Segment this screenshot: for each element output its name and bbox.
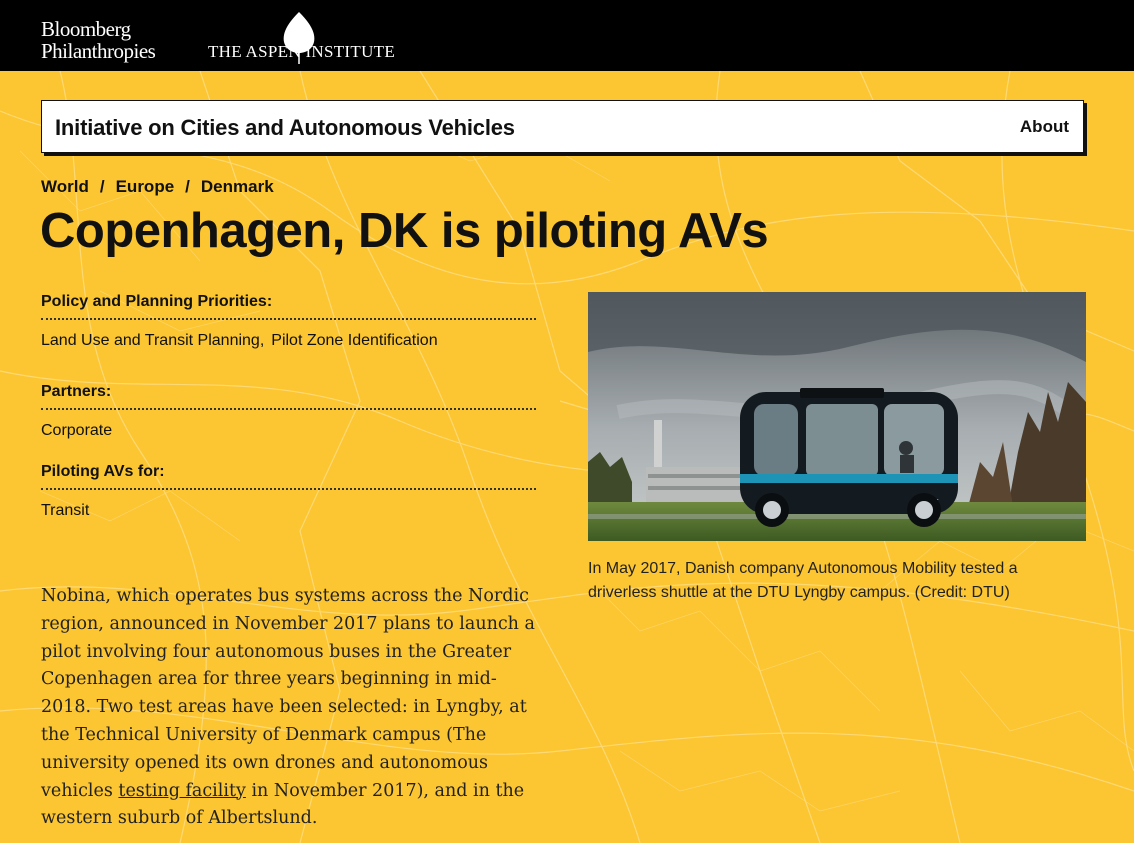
partners-label: Partners: [41,383,536,410]
policy-value-pilot-zone[interactable]: Pilot Zone Identification [271,332,437,349]
partners-value[interactable]: Corporate [41,422,536,440]
breadcrumb-separator: / [99,177,105,196]
bloomberg-logo-line1: Bloomberg [41,17,131,41]
site-title[interactable]: Initiative on Cities and Autonomous Vehi… [55,115,515,141]
site-navigation: Initiative on Cities and Autonomous Vehi… [41,100,1084,153]
top-header: Bloomberg Philanthropies THE ASPEN INSTI… [0,0,1134,71]
page-title: Copenhagen, DK is piloting AVs [40,204,769,258]
partners-section: Partners: Corporate [41,383,536,440]
bloomberg-philanthropies-logo[interactable]: Bloomberg Philanthropies [41,17,156,63]
policy-value-land-use[interactable]: Land Use and Transit Planning, [41,332,264,349]
breadcrumb-europe[interactable]: Europe [116,177,175,196]
breadcrumb-separator: / [185,177,190,196]
shuttle-vehicle: olli [740,388,958,527]
article-body: Nobina, which operates bus systems acros… [41,583,541,833]
testing-facility-link[interactable]: testing facility [118,781,245,801]
piloting-value[interactable]: Transit [41,502,536,520]
about-link[interactable]: About [1020,117,1069,137]
aspen-logo-text: THE ASPEN INSTITUTE [208,42,396,61]
piloting-label: Piloting AVs for: [41,463,536,490]
piloting-section: Piloting AVs for: Transit [41,463,536,520]
photo-caption: In May 2017, Danish company Autonomous M… [588,560,1018,601]
shuttle-photo: olli [588,292,1086,541]
article-text-start: Nobina, which operates bus systems acros… [41,586,535,801]
breadcrumb-denmark[interactable]: Denmark [201,177,274,196]
policy-section: Policy and Planning Priorities: Land Use… [41,293,536,350]
policy-values: Land Use and Transit Planning, Pilot Zone… [41,332,536,350]
breadcrumb-world[interactable]: World [41,177,89,196]
breadcrumb: World / Europe / Denmark [41,177,274,197]
aspen-institute-logo[interactable]: THE ASPEN INSTITUTE [208,10,398,66]
bloomberg-logo-line2: Philanthropies [41,39,156,63]
policy-label: Policy and Planning Priorities: [41,293,536,320]
